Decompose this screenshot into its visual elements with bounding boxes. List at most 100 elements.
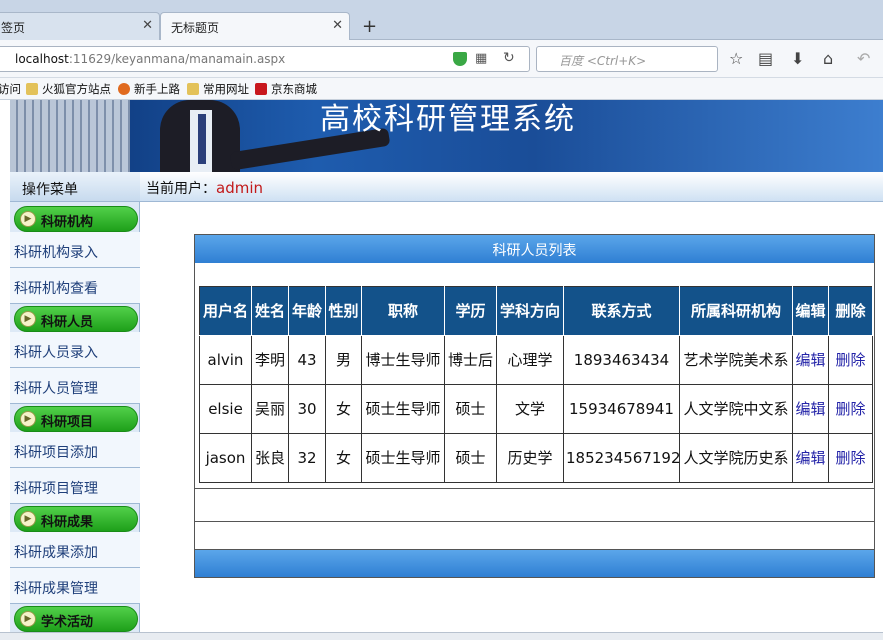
cell-title: 硕士生导师 bbox=[361, 433, 445, 483]
cell-contact: 185234567192 bbox=[563, 433, 681, 483]
close-icon[interactable]: ✕ bbox=[142, 18, 153, 33]
menu-item-achievement-manage[interactable]: 科研成果管理 bbox=[10, 568, 140, 604]
tab-label: 签页 bbox=[1, 21, 26, 35]
menu-item-researcher-manage[interactable]: 科研人员管理 bbox=[10, 368, 140, 404]
cell-name: 张良 bbox=[251, 433, 289, 483]
back-arrow-icon[interactable]: ↶ bbox=[857, 49, 870, 68]
browser-tab-active[interactable]: 无标题页 ✕ bbox=[160, 12, 350, 41]
column-header: 学科方向 bbox=[496, 286, 564, 336]
cell-contact: 15934678941 bbox=[563, 384, 680, 434]
reload-icon[interactable]: ↻ bbox=[503, 50, 515, 66]
bookmark-item[interactable]: 火狐官方站点 bbox=[26, 81, 111, 97]
cell-institute: 人文学院中文系 bbox=[679, 384, 793, 434]
close-icon[interactable]: ✕ bbox=[332, 18, 343, 33]
browser-status-bar bbox=[0, 632, 883, 640]
reading-list-icon[interactable]: ▤ bbox=[758, 49, 773, 68]
cell-discipline: 文学 bbox=[496, 384, 564, 434]
browser-nav-bar: localhost:11629/keyanmana/manamain.aspx … bbox=[0, 40, 883, 78]
cell-username: alvin bbox=[199, 335, 252, 385]
sidebar-menu: ▶ 科研机构 科研机构录入 科研机构查看 ▶ 科研人员 科研人员录入 科研人员管… bbox=[10, 202, 140, 640]
cell-title: 硕士生导师 bbox=[361, 384, 445, 434]
star-icon[interactable]: ☆ bbox=[729, 49, 743, 68]
menu-group-academic-activities[interactable]: ▶ 学术活动 bbox=[14, 606, 138, 632]
url-host: localhost bbox=[15, 52, 69, 66]
cell-gender: 女 bbox=[325, 384, 362, 434]
menu-item-achievement-add[interactable]: 科研成果添加 bbox=[10, 532, 140, 568]
current-user-label: 当前用户： bbox=[146, 181, 216, 197]
cell-gender: 女 bbox=[325, 433, 362, 483]
cell-name: 吴丽 bbox=[251, 384, 289, 434]
buildings-image bbox=[10, 100, 130, 172]
qr-code-icon[interactable]: ▦ bbox=[475, 51, 487, 66]
bookmark-item[interactable]: 京东商城 bbox=[255, 81, 317, 97]
browser-tab-bar: 签页 ✕ 无标题页 ✕ + bbox=[0, 0, 883, 41]
current-user-bar: 当前用户：admin bbox=[140, 172, 883, 202]
table-row: elsie 吴丽 30 女 硕士生导师 硕士 文学 15934678941 人文… bbox=[199, 384, 873, 434]
download-icon[interactable]: ⬇ bbox=[791, 49, 804, 68]
jd-icon bbox=[255, 83, 267, 95]
folder-icon bbox=[187, 83, 199, 95]
column-header: 用户名 bbox=[199, 286, 252, 336]
system-title: 高校科研管理系统 bbox=[320, 102, 576, 137]
menu-group-researchers[interactable]: ▶ 科研人员 bbox=[14, 306, 138, 332]
browser-tab[interactable]: 签页 ✕ bbox=[0, 12, 160, 41]
menu-item-researcher-add[interactable]: 科研人员录入 bbox=[10, 332, 140, 368]
bookmarks-bar: 访问 火狐官方站点 新手上路 常用网址 京东商城 bbox=[0, 78, 883, 100]
tie-shape bbox=[198, 114, 206, 164]
bookmark-item[interactable]: 常用网址 bbox=[187, 81, 249, 97]
home-icon[interactable]: ⌂ bbox=[823, 49, 833, 68]
edit-link[interactable]: 编辑 bbox=[792, 384, 829, 434]
edit-link[interactable]: 编辑 bbox=[792, 433, 829, 483]
cell-gender: 男 bbox=[325, 335, 362, 385]
column-header: 职称 bbox=[361, 286, 445, 336]
new-tab-icon[interactable]: + bbox=[362, 16, 377, 37]
arrow-circle-icon: ▶ bbox=[20, 411, 36, 427]
delete-link[interactable]: 删除 bbox=[828, 335, 873, 385]
tab-label: 无标题页 bbox=[171, 21, 220, 35]
edit-link[interactable]: 编辑 bbox=[792, 335, 829, 385]
menu-item-project-manage[interactable]: 科研项目管理 bbox=[10, 468, 140, 504]
cell-degree: 博士后 bbox=[444, 335, 497, 385]
column-header: 性别 bbox=[325, 286, 362, 336]
column-header: 年龄 bbox=[288, 286, 326, 336]
bookmark-item[interactable]: 新手上路 bbox=[118, 81, 180, 97]
column-header: 编辑 bbox=[792, 286, 829, 336]
table-container: 用户名 姓名 年龄 性别 职称 学历 学科方向 联系方式 所属科研机构 编辑 删… bbox=[199, 286, 873, 483]
menu-group-research-institutes[interactable]: ▶ 科研机构 bbox=[14, 206, 138, 232]
search-input[interactable]: 百度 <Ctrl+K> bbox=[536, 46, 718, 72]
menu-header: 操作菜单 bbox=[10, 172, 140, 202]
column-header: 姓名 bbox=[251, 286, 289, 336]
cell-discipline: 历史学 bbox=[496, 433, 564, 483]
menu-group-projects[interactable]: ▶ 科研项目 bbox=[14, 406, 138, 432]
url-input[interactable]: localhost:11629/keyanmana/manamain.aspx … bbox=[0, 46, 530, 72]
shield-icon[interactable] bbox=[453, 52, 467, 66]
researcher-table: 用户名 姓名 年龄 性别 职称 学历 学科方向 联系方式 所属科研机构 编辑 删… bbox=[199, 286, 873, 483]
cell-username: jason bbox=[199, 433, 252, 483]
arrow-circle-icon: ▶ bbox=[20, 611, 36, 627]
cell-institute: 艺术学院美术系 bbox=[679, 335, 793, 385]
panel-empty-row bbox=[195, 521, 874, 549]
panel-footer bbox=[195, 549, 874, 577]
table-header-row: 用户名 姓名 年龄 性别 职称 学历 学科方向 联系方式 所属科研机构 编辑 删… bbox=[199, 286, 873, 336]
column-header: 删除 bbox=[828, 286, 873, 336]
header-banner: 高校科研管理系统 bbox=[10, 100, 883, 172]
menu-item-project-add[interactable]: 科研项目添加 bbox=[10, 432, 140, 468]
delete-link[interactable]: 删除 bbox=[828, 433, 873, 483]
menu-item-institute-add[interactable]: 科研机构录入 bbox=[10, 232, 140, 268]
cell-age: 32 bbox=[288, 433, 326, 483]
arrow-circle-icon: ▶ bbox=[20, 511, 36, 527]
arrow-circle-icon: ▶ bbox=[20, 311, 36, 327]
menu-item-institute-view[interactable]: 科研机构查看 bbox=[10, 268, 140, 304]
panel-empty-row bbox=[195, 488, 874, 521]
folder-icon bbox=[26, 83, 38, 95]
cell-username: elsie bbox=[199, 384, 252, 434]
bookmark-item[interactable]: 访问 bbox=[0, 81, 21, 97]
panel-title: 科研人员列表 bbox=[195, 235, 874, 263]
firefox-icon bbox=[118, 83, 130, 95]
table-row: jason 张良 32 女 硕士生导师 硕士 历史学 185234567192 … bbox=[199, 433, 873, 483]
cell-discipline: 心理学 bbox=[496, 335, 564, 385]
cell-degree: 硕士 bbox=[444, 433, 497, 483]
menu-group-achievements[interactable]: ▶ 科研成果 bbox=[14, 506, 138, 532]
delete-link[interactable]: 删除 bbox=[828, 384, 873, 434]
current-username: admin bbox=[216, 179, 263, 197]
